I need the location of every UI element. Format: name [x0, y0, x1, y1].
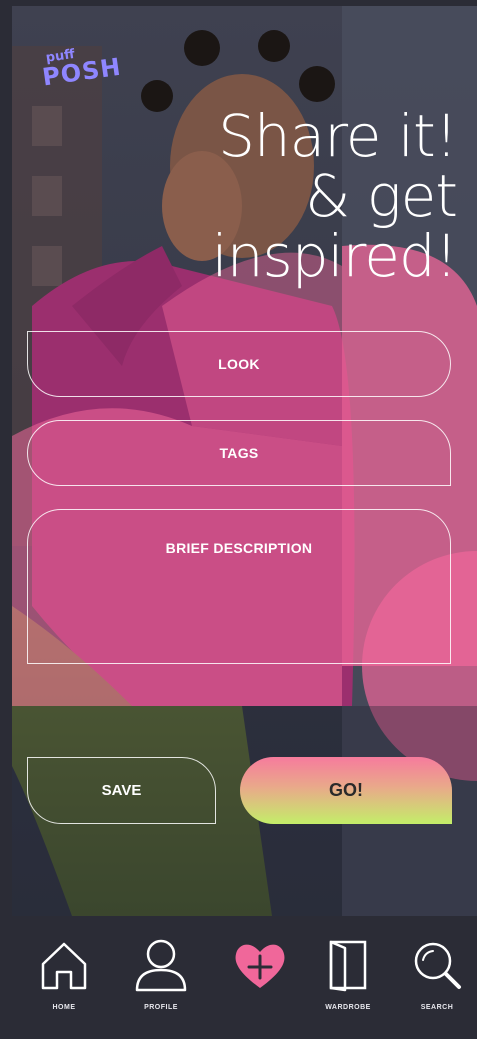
nav-home-label: HOME	[52, 1004, 76, 1011]
hero-line-2: & get	[305, 162, 458, 230]
nav-profile[interactable]: PROFILE	[121, 938, 201, 1011]
hero-title: Share it! & get inspired!	[211, 102, 458, 290]
description-field[interactable]: BRIEF DESCRIPTION	[27, 509, 451, 664]
add-heart-icon	[235, 944, 285, 988]
nav-search[interactable]: SEARCH	[397, 938, 477, 1011]
home-icon	[41, 942, 87, 990]
look-field-label: LOOK	[218, 356, 260, 372]
nav-home[interactable]: HOME	[24, 938, 104, 1011]
nav-profile-label: PROFILE	[144, 1004, 178, 1011]
description-field-label: BRIEF DESCRIPTION	[165, 540, 313, 556]
nav-wardrobe[interactable]: WARDROBE	[308, 938, 388, 1011]
wardrobe-icon	[329, 940, 367, 992]
nav-wardrobe-label: WARDROBE	[325, 1004, 371, 1011]
save-button[interactable]: SAVE	[27, 757, 216, 824]
go-button[interactable]: GO!	[240, 757, 452, 824]
profile-icon	[135, 939, 187, 992]
nav-search-label: SEARCH	[420, 1004, 454, 1011]
tags-field[interactable]: TAGS	[27, 420, 451, 486]
search-icon	[414, 942, 461, 989]
tags-field-label: TAGS	[219, 445, 259, 461]
look-field[interactable]: LOOK	[27, 331, 451, 397]
hero-line-3: inspired!	[211, 222, 458, 290]
hero-line-1: Share it!	[218, 102, 458, 170]
nav-add-post[interactable]	[220, 938, 300, 992]
bottom-nav-bar: HOME PROFILE WARDROBE SEARCH	[12, 916, 477, 1039]
